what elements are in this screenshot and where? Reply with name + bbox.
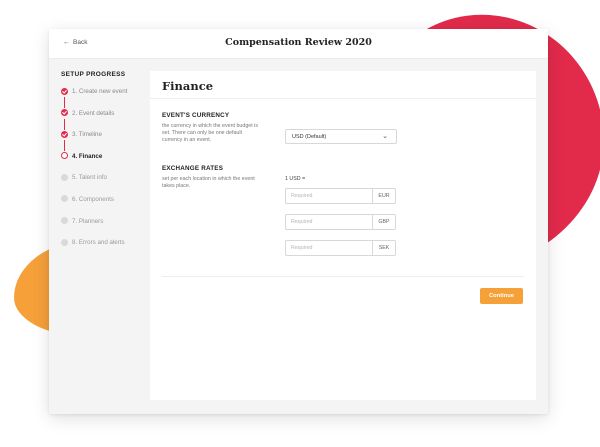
currency-section-title: EVENT'S CURRENCY [162, 112, 230, 119]
check-circle-icon [61, 87, 68, 95]
divider [162, 276, 524, 277]
top-bar: ← Back Compensation Review 2020 [49, 29, 548, 59]
page-title: Compensation Review 2020 [225, 37, 372, 48]
check-circle-icon [61, 109, 68, 117]
currency-select[interactable]: USD (Default) ⌄ [285, 129, 397, 144]
rate-row-eur: EUR [285, 188, 396, 204]
finance-panel: Finance EVENT'S CURRENCY the currency in… [150, 71, 536, 400]
step-label: 5. Talent info [72, 174, 107, 182]
currency-code: GBP [372, 215, 395, 229]
step-event-details[interactable]: 2. Event details [61, 109, 161, 132]
chevron-down-icon: ⌄ [382, 133, 388, 140]
eur-rate-input[interactable] [286, 189, 372, 203]
step-connector [64, 97, 65, 108]
step-errors-and-alerts[interactable]: 8. Errors and alerts [61, 238, 161, 261]
sidebar-heading: SETUP PROGRESS [61, 71, 126, 78]
currency-code: SEK [372, 241, 395, 255]
step-finance[interactable]: 4. Finance [61, 152, 161, 175]
content-area: SETUP PROGRESS 1. Create new event 2. Ev… [49, 59, 548, 414]
rate-row-gbp: GBP [285, 214, 396, 230]
rate-row-sek: SEK [285, 240, 396, 256]
step-timeline[interactable]: 3. Timeline [61, 130, 161, 153]
check-circle-icon [61, 130, 68, 138]
gbp-rate-input[interactable] [286, 215, 372, 229]
current-step-circle-icon [61, 152, 68, 160]
currency-section-description: the currency in which the event budget i… [162, 123, 258, 143]
step-connector [64, 140, 65, 152]
base-rate-label: 1 USD = [285, 176, 306, 182]
step-label: 6. Components [72, 195, 114, 203]
step-connector [64, 118, 65, 130]
pending-circle-icon [61, 217, 68, 225]
sek-rate-input[interactable] [286, 241, 372, 255]
step-label: 1. Create new event [72, 88, 128, 95]
step-label: 4. Finance [72, 152, 103, 160]
step-label: 7. Planners [72, 217, 104, 225]
pending-circle-icon [61, 238, 68, 246]
pending-circle-icon [61, 195, 68, 203]
pending-circle-icon [61, 173, 68, 181]
step-create-new-event[interactable]: 1. Create new event [61, 87, 161, 110]
exchange-section-description: set per each location in which the event… [162, 176, 255, 189]
step-label: 2. Event details [72, 109, 115, 117]
step-components[interactable]: 6. Components [61, 195, 161, 218]
app-window: ← Back Compensation Review 2020 SETUP PR… [49, 29, 548, 414]
step-label: 3. Timeline [72, 131, 102, 139]
step-label: 8. Errors and alerts [72, 239, 125, 247]
setup-progress-sidebar: SETUP PROGRESS 1. Create new event 2. Ev… [61, 71, 161, 261]
panel-title: Finance [162, 79, 214, 93]
step-talent-info[interactable]: 5. Talent info [61, 173, 161, 196]
step-planners[interactable]: 7. Planners [61, 217, 161, 240]
currency-select-value: USD (Default) [292, 134, 327, 140]
currency-code: EUR [372, 189, 395, 203]
divider [150, 98, 536, 99]
continue-button[interactable]: Continue [480, 288, 523, 304]
exchange-section-title: EXCHANGE RATES [162, 165, 224, 172]
